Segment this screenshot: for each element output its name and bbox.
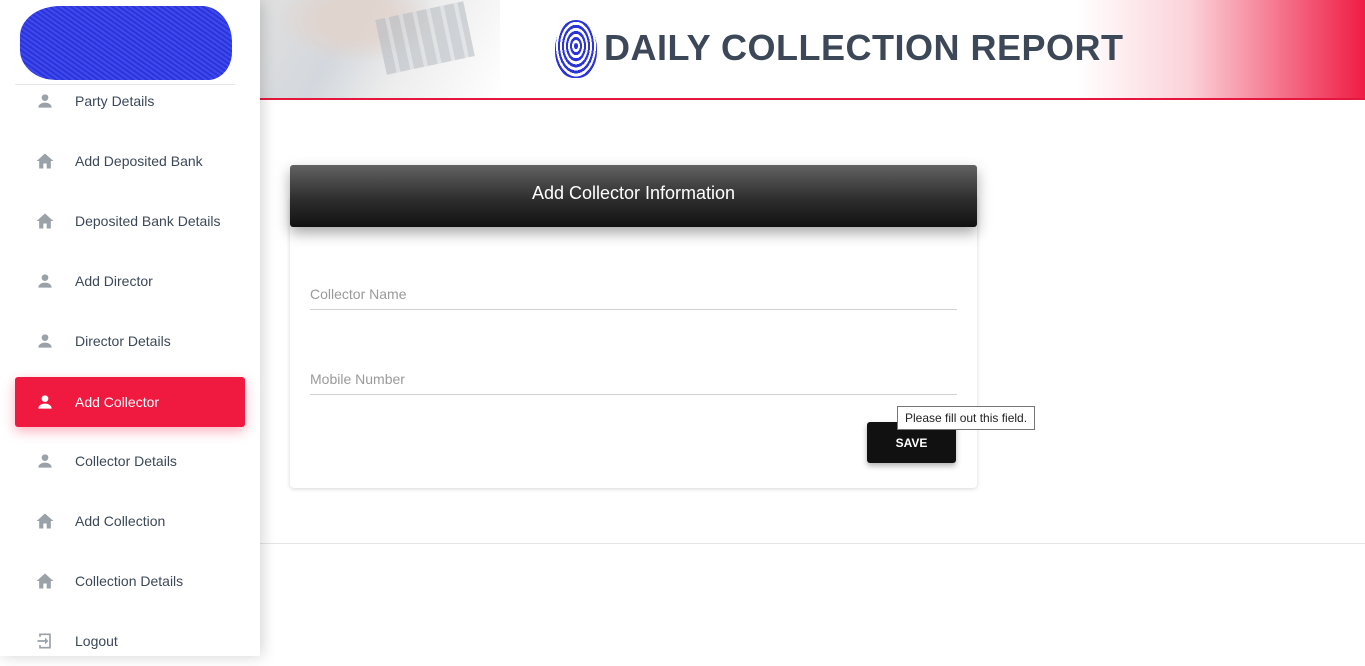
fingerprint-icon	[555, 20, 597, 78]
sidebar-item-add-collector[interactable]: Add Collector	[15, 377, 245, 427]
sidebar-item-add-deposited-bank[interactable]: Add Deposited Bank	[15, 136, 245, 186]
sidebar-item-label: Collection Details	[75, 573, 184, 589]
page-title: DAILY COLLECTION REPORT	[604, 27, 1124, 68]
sidebar-item-collector-details[interactable]: Collector Details	[15, 436, 245, 486]
sidebar-item-label: Logout	[75, 633, 118, 649]
collector-name-input[interactable]	[310, 279, 957, 310]
footer-divider	[260, 543, 1365, 544]
home-icon	[36, 153, 54, 169]
sidebar-item-party-details[interactable]: Party Details	[15, 76, 245, 126]
validation-tooltip: Please fill out this field.	[897, 406, 1036, 430]
sidebar-item-label: Deposited Bank Details	[75, 213, 221, 229]
person-icon	[38, 94, 52, 108]
mobile-number-input[interactable]	[310, 364, 957, 395]
person-icon	[38, 274, 52, 288]
person-icon	[38, 454, 52, 468]
sidebar-item-label: Party Details	[75, 93, 155, 109]
sidebar-item-label: Director Details	[75, 333, 171, 349]
header-banner: DAILY COLLECTION REPORT	[260, 0, 1365, 100]
sidebar-item-add-collection[interactable]: Add Collection	[15, 496, 245, 546]
home-icon	[36, 213, 54, 229]
person-icon	[38, 334, 52, 348]
sidebar-item-label: Add Deposited Bank	[75, 153, 203, 169]
home-icon	[36, 513, 54, 529]
sidebar-item-collection-details[interactable]: Collection Details	[15, 556, 245, 606]
home-icon	[36, 573, 54, 589]
sidebar-item-logout[interactable]: Logout	[15, 616, 245, 666]
card-header: Add Collector Information	[290, 165, 977, 227]
sidebar-item-label: Collector Details	[75, 453, 177, 469]
redacted-logo-scribble	[20, 6, 232, 80]
card-title: Add Collector Information	[531, 183, 736, 203]
sidebar-item-label: Add Collection	[75, 513, 166, 529]
sidebar-item-deposited-bank-details[interactable]: Deposited Bank Details	[15, 196, 245, 246]
logo[interactable]	[15, 0, 235, 85]
sidebar-item-label: Add Director	[75, 273, 153, 289]
sidebar: Party Details Add Deposited Bank Deposit…	[0, 0, 260, 656]
sidebar-item-director-details[interactable]: Director Details	[15, 316, 245, 366]
sidebar-item-add-director[interactable]: Add Director	[15, 256, 245, 306]
person-icon	[38, 395, 52, 409]
logout-icon	[37, 633, 51, 649]
sidebar-item-label: Add Collector	[75, 394, 160, 410]
